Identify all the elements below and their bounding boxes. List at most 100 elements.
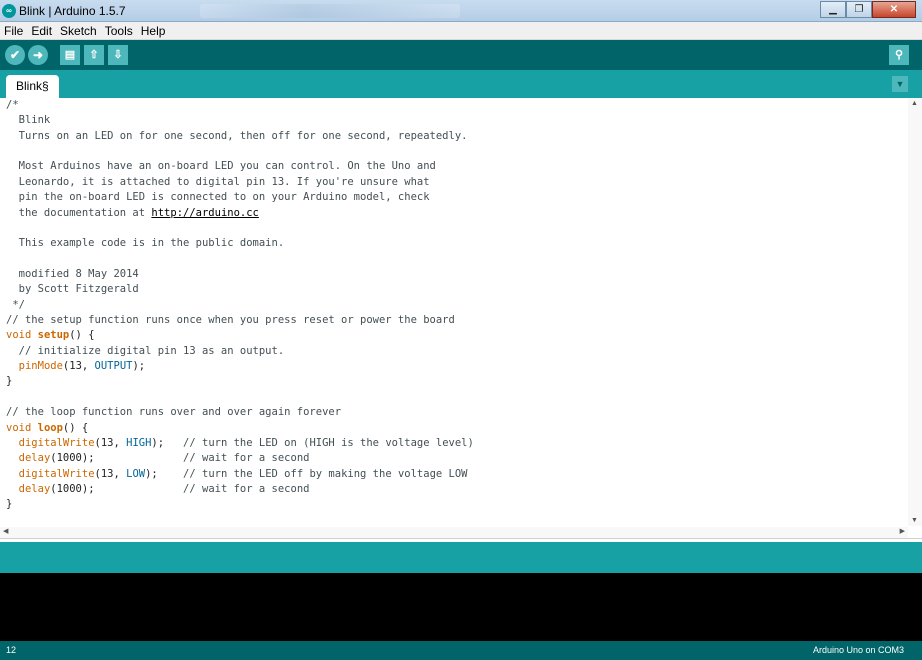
code-token: the documentation at — [6, 206, 152, 219]
open-sketch-button[interactable]: ⇧ — [84, 45, 104, 65]
code-token: // wait for a second — [183, 482, 310, 495]
code-token: ); — [151, 436, 184, 449]
code-line[interactable]: */ — [6, 298, 906, 313]
code-token: // turn the LED off by making the voltag… — [183, 467, 468, 480]
toolbar: ✔ ➜ ▤ ⇧ ⇩ ⚲ — [0, 40, 922, 70]
menu-tools[interactable]: Tools — [105, 24, 133, 38]
code-token: // turn the LED on (HIGH is the voltage … — [183, 436, 474, 449]
code-token: digitalWrite — [18, 467, 95, 480]
code-line[interactable]: delay(1000); // wait for a second — [6, 482, 906, 497]
code-line[interactable]: // initialize digital pin 13 as an outpu… — [6, 344, 906, 359]
code-line[interactable] — [6, 252, 906, 267]
code-token: // the loop function runs over and over … — [6, 406, 342, 419]
code-area[interactable]: /* Blink Turns on an LED on for one seco… — [6, 98, 906, 526]
code-token: pin the on-board LED is connected to on … — [6, 191, 430, 204]
code-line[interactable]: Leonardo, it is attached to digital pin … — [6, 175, 906, 190]
code-line[interactable]: by Scott Fitzgerald — [6, 282, 906, 297]
code-token: (1000); — [50, 452, 184, 465]
vertical-scrollbar[interactable]: ▲ ▼ — [908, 98, 922, 526]
minimize-button[interactable]: ▁ — [820, 1, 846, 18]
code-line[interactable]: digitalWrite(13, HIGH); // turn the LED … — [6, 436, 906, 451]
code-token: delay — [18, 482, 51, 495]
code-token: This example code is in the public domai… — [6, 237, 285, 250]
code-line[interactable]: Blink — [6, 113, 906, 128]
tab-menu-button[interactable]: ▼ — [892, 76, 908, 92]
title-bar-reflection — [200, 4, 460, 18]
menu-bar: File Edit Sketch Tools Help — [0, 22, 922, 40]
code-token: Leonardo, it is attached to digital pin … — [6, 175, 430, 188]
upload-button[interactable]: ➜ — [28, 45, 48, 65]
code-token: OUTPUT — [94, 360, 133, 373]
code-token: () { — [69, 329, 95, 342]
code-token: modified 8 May 2014 — [6, 267, 139, 280]
console-output[interactable] — [0, 573, 922, 641]
code-line[interactable]: /* — [6, 98, 906, 113]
scroll-up-icon[interactable]: ▲ — [911, 100, 918, 107]
line-number: 12 — [6, 645, 17, 655]
code-line[interactable] — [6, 221, 906, 236]
code-line[interactable]: pin the on-board LED is connected to on … — [6, 190, 906, 205]
menu-edit[interactable]: Edit — [31, 24, 52, 38]
code-token: delay — [18, 452, 51, 465]
scroll-down-icon[interactable]: ▼ — [911, 517, 918, 524]
horizontal-scrollbar[interactable]: ◀ ▶ — [0, 527, 908, 538]
arrow-down-icon: ⇩ — [113, 49, 123, 61]
code-token: () { — [62, 421, 89, 434]
code-line[interactable] — [6, 390, 906, 405]
code-token: (1000); — [50, 482, 184, 495]
code-token: // initialize digital pin 13 as an outpu… — [6, 344, 285, 357]
save-sketch-button[interactable]: ⇩ — [108, 45, 128, 65]
code-token: digitalWrite — [18, 436, 95, 449]
menu-help[interactable]: Help — [141, 24, 166, 38]
code-line[interactable]: pinMode(13, OUTPUT); — [6, 359, 906, 374]
code-token: void — [6, 421, 32, 434]
code-token: /* — [6, 99, 19, 111]
verify-button[interactable]: ✔ — [5, 45, 25, 65]
code-token: (13, — [62, 360, 95, 373]
close-button[interactable]: ✕ — [872, 1, 916, 18]
documentation-link[interactable]: http://arduino.cc — [151, 207, 258, 219]
menu-sketch[interactable]: Sketch — [60, 24, 97, 38]
code-token: LOW — [126, 467, 146, 480]
code-line[interactable]: // the loop function runs over and over … — [6, 405, 906, 420]
code-line[interactable]: delay(1000); // wait for a second — [6, 451, 906, 466]
code-token: setup — [37, 329, 70, 342]
code-line[interactable]: modified 8 May 2014 — [6, 267, 906, 282]
tab-blink[interactable]: Blink§ — [6, 75, 59, 99]
code-line[interactable]: // the setup function runs once when you… — [6, 313, 906, 328]
code-token: */ — [6, 298, 25, 311]
code-editor[interactable]: /* Blink Turns on an LED on for one seco… — [0, 98, 922, 539]
scroll-left-icon[interactable]: ◀ — [3, 527, 8, 535]
maximize-button[interactable]: ❐ — [846, 1, 872, 18]
tab-bar: Blink§ ▼ — [0, 70, 922, 99]
window-title: Blink | Arduino 1.5.7 — [19, 4, 126, 18]
code-line[interactable]: void setup() { — [6, 328, 906, 343]
code-line[interactable]: Turns on an LED on for one second, then … — [6, 129, 906, 144]
code-token: by Scott Fitzgerald — [6, 283, 139, 296]
board-port-label: Arduino Uno on COM3 — [812, 645, 904, 655]
new-sketch-button[interactable]: ▤ — [60, 45, 80, 65]
code-line[interactable]: } — [6, 374, 906, 389]
code-line[interactable] — [6, 144, 906, 159]
code-token: pinMode — [18, 360, 63, 373]
code-token: HIGH — [126, 436, 152, 449]
code-line[interactable]: the documentation at http://arduino.cc — [6, 206, 906, 221]
code-token: ); — [132, 360, 146, 373]
code-line[interactable]: } — [6, 497, 906, 512]
code-line[interactable]: Most Arduinos have an on-board LED you c… — [6, 159, 906, 174]
arduino-ide-window: ∞ Blink | Arduino 1.5.7 ▁ ❐ ✕ File Edit … — [0, 0, 922, 660]
scroll-right-icon[interactable]: ▶ — [900, 527, 905, 535]
arrow-up-icon: ⇧ — [89, 49, 99, 61]
code-line[interactable]: void loop() { — [6, 421, 906, 436]
code-token: (13, — [94, 436, 127, 449]
serial-monitor-button[interactable]: ⚲ — [889, 45, 909, 65]
code-line[interactable]: digitalWrite(13, LOW); // turn the LED o… — [6, 467, 906, 482]
code-token: Blink — [6, 114, 51, 127]
menu-file[interactable]: File — [4, 24, 23, 38]
code-line[interactable]: This example code is in the public domai… — [6, 236, 906, 251]
